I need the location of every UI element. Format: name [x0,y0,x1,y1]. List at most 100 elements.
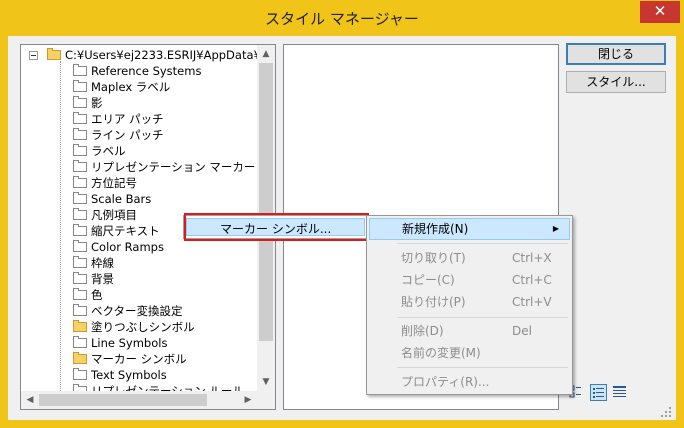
horizontal-scroll-thumb[interactable] [39,394,207,406]
styles-button[interactable]: スタイル... [566,71,666,93]
tree-item[interactable]: リプレゼンテーション ルール [21,383,257,391]
menu-paste-shortcut: Ctrl+V [512,295,552,309]
tree-item[interactable]: ベクター変換設定 [21,303,257,319]
menu-delete-label: 削除(D) [401,324,444,338]
folder-icon [73,256,87,268]
tree-item[interactable]: 塗りつぶしシンボル [21,319,257,335]
folder-icon [73,80,87,92]
tree-item[interactable]: 背景 [21,271,257,287]
tree-item[interactable]: ラベル [21,143,257,159]
folder-icon [73,96,87,108]
folder-icon [73,224,87,236]
tree-item-label: エリア パッチ [91,112,164,126]
menu-item-cut[interactable]: 切り取り(T) Ctrl+X [369,247,570,269]
vertical-scroll-thumb[interactable] [259,63,273,341]
window-close-button[interactable]: ✕ [640,1,680,23]
tree-item-label: ベクター変換設定 [91,304,183,318]
folder-icon [73,336,87,348]
menu-copy-label: コピー(C) [401,273,455,287]
window-title: スタイル マネージャー [265,10,419,28]
tree-item-label: Maplex ラベル [91,80,171,94]
tree-item[interactable]: 影 [21,95,257,111]
scroll-down-icon[interactable]: ▼ [257,373,275,391]
resize-grip-icon[interactable] [660,406,672,418]
tree-item-label: 枠線 [91,256,114,270]
menu-separator [397,367,568,368]
tree-item[interactable]: ライン パッチ [21,127,257,143]
tree-item[interactable]: Color Ramps [21,239,257,255]
folder-icon [73,128,87,140]
folder-icon [73,240,87,252]
tree-item-label: Line Symbols [91,336,168,350]
folder-icon [73,112,87,124]
tree-item-label: 凡例項目 [91,208,137,222]
folder-icon [73,304,87,316]
tree-item-label: ライン パッチ [91,128,164,142]
menu-separator [397,317,568,318]
tree-item[interactable]: 枠線 [21,255,257,271]
tree-item-label: リプレゼンテーション ルール [91,384,244,391]
tree-item-label: マーカー シンボル [91,352,187,366]
folder-open-icon [47,48,61,60]
tree-item[interactable]: Maplex ラベル [21,79,257,95]
tree-item[interactable]: Line Symbols [21,335,257,351]
menu-cut-label: 切り取り(T) [401,251,466,265]
menu-paste-label: 貼り付け(P) [401,295,466,309]
folder-icon [73,64,87,76]
tree-item[interactable]: 色 [21,287,257,303]
tree-item[interactable]: マーカー シンボル [21,351,257,367]
folder-filled-icon [73,320,87,332]
tree-root-node[interactable]: C:¥Users¥ej2233.ESRIJ¥AppData¥Ro [21,47,257,63]
menu-delete-shortcut: Del [512,324,532,338]
menu-item-delete[interactable]: 削除(D) Del [369,320,570,342]
tree-item-label: 縮尺テキスト [91,224,160,238]
details-view-icon[interactable] [612,384,629,401]
menu-new-label: 新規作成(N) [402,222,469,236]
highlight-annotation [184,213,369,241]
menu-properties-label: プロパティ(R)... [401,375,490,389]
menu-cut-shortcut: Ctrl+X [512,251,552,265]
tree-item[interactable]: 方位記号 [21,175,257,191]
tree-item-label: リプレゼンテーション マーカー [91,160,256,174]
scroll-up-icon[interactable]: ▲ [257,45,275,63]
tree-item[interactable]: エリア パッチ [21,111,257,127]
tree-root-label: C:¥Users¥ej2233.ESRIJ¥AppData¥Ro [65,48,257,62]
tree-item[interactable]: Text Symbols [21,367,257,383]
folder-icon [73,160,87,172]
menu-rename-label: 名前の変更(M) [401,346,481,360]
menu-item-rename[interactable]: 名前の変更(M) [369,342,570,364]
menu-copy-shortcut: Ctrl+C [512,273,552,287]
folder-icon [73,144,87,156]
tree-item-label: 方位記号 [91,176,137,190]
tree-item-label: 背景 [91,272,114,286]
tree-item-label: 塗りつぶしシンボル [91,320,195,334]
close-button[interactable]: 閉じる [566,43,666,65]
folder-icon [73,368,87,380]
scroll-right-icon[interactable]: ▶ [239,391,257,409]
scroll-left-icon[interactable]: ◀ [21,391,39,409]
tree-item-label: Text Symbols [91,368,167,382]
folder-filled-icon [73,352,87,364]
menu-separator [397,243,568,244]
tree-item-label: 影 [91,96,103,110]
collapse-icon[interactable] [29,51,38,60]
folder-icon [73,176,87,188]
folder-icon [73,288,87,300]
folder-context-menu: 新規作成(N) ▶ 切り取り(T) Ctrl+X コピー(C) Ctrl+C 貼… [366,215,573,395]
tree-item[interactable]: Reference Systems [21,63,257,79]
title-bar: スタイル マネージャー ✕ [0,0,684,36]
tree-item-label: Reference Systems [91,64,202,78]
tree-horizontal-scrollbar[interactable]: ◀ ▶ [21,391,257,409]
tree-item-label: Scale Bars [91,192,152,206]
menu-item-new[interactable]: 新規作成(N) ▶ [369,218,570,240]
tree-item-label: ラベル [91,144,126,158]
tree-item[interactable]: Scale Bars [21,191,257,207]
list-view-icon[interactable] [590,384,607,401]
folder-icon [73,192,87,204]
folder-icon [73,272,87,284]
tree-item[interactable]: リプレゼンテーション マーカー [21,159,257,175]
menu-item-copy[interactable]: コピー(C) Ctrl+C [369,269,570,291]
menu-item-properties[interactable]: プロパティ(R)... [369,371,570,393]
tree-item-label: Color Ramps [91,240,164,254]
menu-item-paste[interactable]: 貼り付け(P) Ctrl+V [369,291,570,313]
